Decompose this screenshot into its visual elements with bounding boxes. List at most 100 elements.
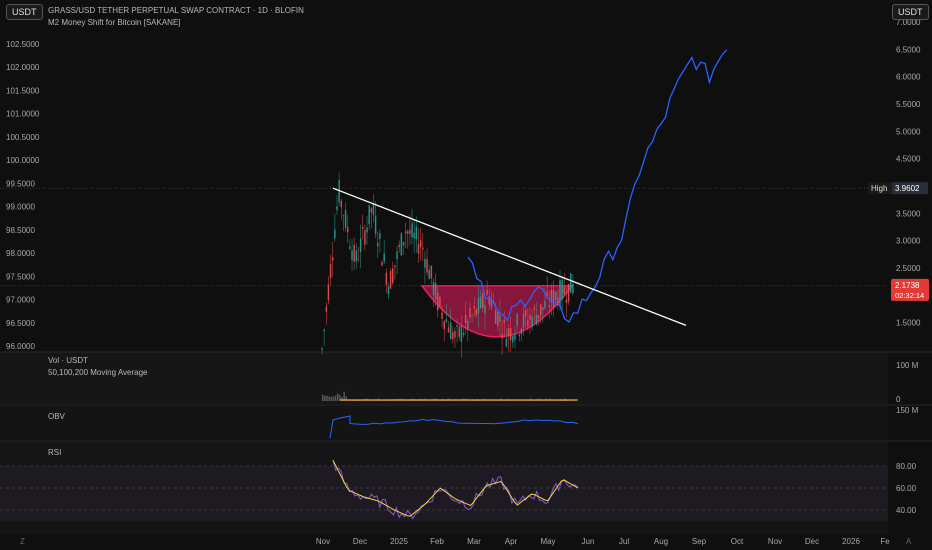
price-candle bbox=[325, 306, 328, 312]
price-candle bbox=[430, 265, 433, 279]
right-axis-tick: 6.0000 bbox=[896, 73, 921, 82]
price-candle bbox=[567, 284, 570, 302]
x-axis-tick: 2025 bbox=[390, 537, 408, 546]
price-candle bbox=[344, 210, 347, 228]
left-axis-tick: 97.0000 bbox=[6, 296, 35, 305]
left-axis-tick: 98.0000 bbox=[6, 249, 35, 258]
price-candle bbox=[398, 244, 400, 247]
price-candle bbox=[336, 206, 338, 210]
chart-canvas[interactable]: 102.5000 102.0000 101.5000 101.0000 100.5000… bbox=[0, 0, 932, 550]
price-candle bbox=[374, 215, 377, 234]
price-candle bbox=[342, 215, 345, 217]
volume-bar bbox=[324, 395, 326, 401]
obv-pane-label: OBV bbox=[48, 412, 65, 421]
price-candle bbox=[531, 316, 533, 328]
price-candle bbox=[329, 264, 332, 279]
left-axis-tick: 101.5000 bbox=[6, 86, 40, 95]
x-axis-tick: Dec bbox=[353, 537, 367, 546]
price-candle bbox=[389, 270, 392, 289]
price-candle bbox=[346, 226, 349, 233]
price-candle bbox=[529, 314, 531, 320]
volume-bar bbox=[337, 393, 339, 401]
price-candle bbox=[419, 240, 422, 248]
x-axis-tick: Aug bbox=[654, 537, 668, 546]
right-axis-tick: 5.0000 bbox=[896, 127, 921, 136]
left-axis-tick: 100.0000 bbox=[6, 156, 40, 165]
price-candle bbox=[409, 229, 411, 234]
price-candle bbox=[355, 250, 358, 262]
price-candle bbox=[437, 292, 439, 311]
price-candle bbox=[512, 336, 514, 343]
x-axis-tick: Fe bbox=[880, 537, 890, 546]
price-candle bbox=[434, 282, 437, 300]
price-candle bbox=[323, 329, 325, 332]
x-axis-tick: Feb bbox=[430, 537, 444, 546]
price-candle bbox=[546, 291, 548, 296]
price-candle bbox=[467, 321, 469, 330]
price-candle bbox=[486, 289, 488, 296]
price-candle bbox=[527, 320, 529, 327]
left-axis-tick: 102.0000 bbox=[6, 63, 40, 72]
rsi-band bbox=[0, 466, 888, 521]
price-candle bbox=[475, 309, 478, 316]
price-candle bbox=[361, 227, 364, 229]
price-candle bbox=[494, 310, 497, 324]
price-candle bbox=[477, 297, 480, 313]
right-axis-tick: 4.5000 bbox=[896, 155, 921, 164]
x-axis-tick: Dec bbox=[805, 537, 819, 546]
price-candle bbox=[340, 201, 343, 208]
x-axis-tick: May bbox=[540, 537, 555, 546]
price-candle bbox=[381, 262, 383, 266]
price-candle bbox=[370, 208, 373, 213]
price-candle bbox=[471, 315, 473, 317]
price-candle bbox=[499, 315, 501, 322]
volume-axis-tick: 0 bbox=[896, 395, 901, 404]
price-candle bbox=[331, 257, 334, 261]
price-candle bbox=[383, 253, 385, 262]
left-axis-tick: 101.0000 bbox=[6, 110, 40, 119]
right-axis-tick: 3.5000 bbox=[896, 209, 921, 218]
price-candle bbox=[552, 289, 555, 307]
volume-bar bbox=[326, 395, 328, 401]
right-axis-tick: 1.5000 bbox=[896, 319, 921, 328]
price-candle bbox=[422, 247, 424, 250]
price-candle bbox=[357, 259, 360, 260]
price-candle bbox=[462, 333, 465, 336]
price-candle bbox=[359, 238, 362, 252]
price-candle bbox=[404, 231, 407, 234]
high-label: High bbox=[871, 184, 887, 193]
left-axis-tick: 98.5000 bbox=[6, 226, 35, 235]
price-candle bbox=[379, 233, 381, 239]
x-axis-tick: Mar bbox=[467, 537, 481, 546]
moving-average-label: 50,100,200 Moving Average bbox=[48, 368, 148, 377]
price-candle bbox=[554, 292, 557, 300]
price-candle bbox=[563, 287, 566, 294]
rsi-pane-label: RSI bbox=[48, 448, 62, 457]
z-icon[interactable]: Z bbox=[20, 537, 25, 546]
price-candle bbox=[321, 348, 323, 351]
price-candle bbox=[349, 246, 351, 249]
price-candle bbox=[524, 310, 527, 317]
x-axis-tick: Jul bbox=[619, 537, 629, 546]
price-candle bbox=[559, 280, 561, 307]
rsi-axis-tick: 40.00 bbox=[896, 506, 917, 515]
price-candle bbox=[535, 314, 538, 325]
x-axis-tick: Nov bbox=[316, 537, 330, 546]
a-icon[interactable]: A bbox=[906, 537, 911, 546]
price-candle bbox=[503, 320, 505, 323]
price-candle bbox=[439, 297, 441, 307]
price-candle bbox=[447, 327, 450, 333]
price-candle bbox=[351, 250, 353, 261]
price-candle bbox=[327, 284, 330, 301]
right-currency-badge[interactable]: USDT bbox=[892, 4, 929, 20]
left-currency-badge[interactable]: USDT bbox=[6, 4, 43, 20]
price-candle bbox=[424, 258, 426, 268]
volume-axis-tick: 100 M bbox=[896, 361, 919, 370]
m2-money-shift-line bbox=[467, 49, 728, 323]
price-candle bbox=[441, 312, 443, 319]
price-candle bbox=[548, 305, 551, 308]
price-candle bbox=[426, 258, 428, 273]
price-candle bbox=[482, 293, 484, 308]
price-candle bbox=[484, 304, 486, 314]
price-candle bbox=[507, 328, 510, 336]
